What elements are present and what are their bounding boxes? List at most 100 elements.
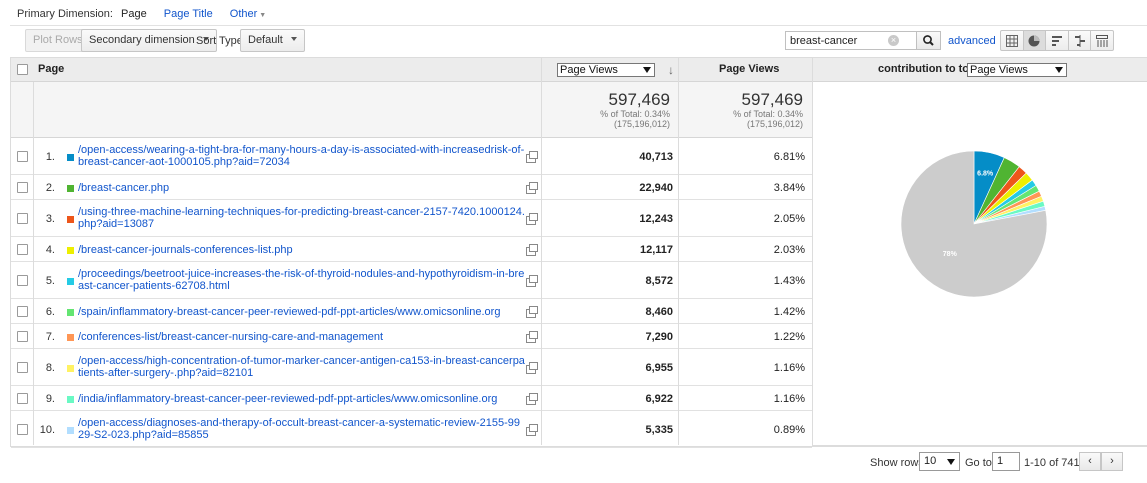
row-color-swatch (67, 278, 74, 285)
column-header-page-views[interactable]: Page Views (719, 58, 779, 82)
row-checkbox[interactable] (17, 151, 28, 162)
metric-select-value: Page Views (560, 64, 618, 76)
column-divider (33, 82, 34, 445)
row-percent: 1.16% (773, 362, 805, 374)
view-pie-button[interactable] (1023, 31, 1047, 50)
advanced-link[interactable]: advanced (948, 35, 996, 47)
primary-dimension-label: Primary Dimension: (17, 8, 113, 20)
view-data-table-button[interactable] (1001, 31, 1024, 50)
page-link[interactable]: /open-access/wearing-a-tight-bra-for-man… (78, 144, 525, 168)
table-row: 4. /breast-cancer-journals-conferences-li… (11, 237, 812, 262)
open-in-new-window-icon[interactable] (526, 393, 538, 405)
row-checkbox[interactable] (17, 182, 28, 193)
contribution-select-value: Page Views (970, 64, 1028, 76)
row-checkbox[interactable] (17, 393, 28, 404)
row-checkbox[interactable] (17, 331, 28, 342)
column-divider (541, 58, 542, 445)
pagination-range: 1-10 of 7417 (1024, 457, 1086, 469)
row-percent: 1.43% (773, 275, 805, 287)
page-link[interactable]: /using-three-machine-learning-techniques… (78, 206, 525, 230)
view-comparison-button[interactable] (1069, 31, 1092, 50)
row-number: 2. (45, 182, 55, 194)
page-link[interactable]: /spain/inflammatory-breast-cancer-peer-r… (78, 306, 525, 318)
open-in-new-window-icon[interactable] (526, 306, 538, 318)
open-in-new-window-icon[interactable] (526, 151, 538, 163)
page-link[interactable]: /open-access/diagnoses-and-therapy-of-oc… (78, 417, 525, 441)
data-table: Page Page Views ↓ Page Views contributio… (10, 57, 1147, 448)
view-switcher (1000, 30, 1114, 51)
row-number: 4. (45, 244, 55, 256)
view-pivot-button[interactable] (1091, 31, 1113, 50)
show-rows-select[interactable]: 10 (919, 452, 960, 471)
view-performance-button[interactable] (1046, 31, 1069, 50)
open-in-new-window-icon[interactable] (526, 331, 538, 343)
row-number: 1. (45, 151, 55, 163)
select-all-checkbox[interactable] (17, 64, 28, 75)
row-checkbox[interactable] (17, 244, 28, 255)
totals-row: 597,469 % of Total: 0.34% (175,196,012) … (11, 82, 812, 138)
goto-label: Go to: (965, 457, 995, 469)
row-color-swatch (67, 396, 74, 403)
performance-bars-icon (1051, 35, 1062, 46)
row-checkbox[interactable] (17, 213, 28, 224)
row-color-swatch (67, 247, 74, 254)
open-in-new-window-icon[interactable] (526, 182, 538, 194)
primary-dimension-page[interactable]: Page (121, 8, 147, 20)
open-in-new-window-icon[interactable] (526, 362, 538, 374)
search-icon (923, 35, 934, 46)
total-base: (175,196,012) (613, 119, 670, 129)
row-page-views: 40,713 (639, 151, 673, 163)
column-header-page[interactable]: Page (38, 58, 64, 82)
page-link[interactable]: /breast-cancer-journals-conferences-list… (78, 244, 525, 256)
row-page-views: 6,955 (645, 362, 673, 374)
open-in-new-window-icon[interactable] (526, 275, 538, 287)
page-link[interactable]: /breast-cancer.php (78, 182, 525, 194)
row-checkbox[interactable] (17, 306, 28, 317)
page-link[interactable]: /india/inflammatory-breast-cancer-peer-r… (78, 393, 525, 405)
previous-page-button[interactable]: ‹ (1079, 452, 1101, 471)
table-row: 10. /open-access/diagnoses-and-therapy-of… (11, 411, 812, 448)
row-page-views: 8,460 (645, 306, 673, 318)
row-percent: 6.81% (773, 151, 805, 163)
open-in-new-window-icon[interactable] (526, 244, 538, 256)
primary-dimension-page-title[interactable]: Page Title (164, 8, 213, 20)
table-row: 3. /using-three-machine-learning-techniqu… (11, 200, 812, 237)
row-page-views: 8,572 (645, 275, 673, 287)
page-link[interactable]: /conferences-list/breast-cancer-nursing-… (78, 331, 525, 343)
search-box: × (785, 31, 918, 50)
search-input[interactable] (786, 32, 901, 49)
page-link[interactable]: /proceedings/beetroot-juice-increases-th… (78, 268, 525, 292)
page-link[interactable]: /open-access/high-concentration-of-tumor… (78, 355, 525, 379)
row-page-views: 12,243 (639, 213, 673, 225)
row-checkbox[interactable] (17, 424, 28, 435)
row-checkbox[interactable] (17, 275, 28, 286)
goto-input[interactable]: 1 (992, 452, 1020, 471)
open-in-new-window-icon[interactable] (526, 424, 538, 436)
row-checkbox[interactable] (17, 362, 28, 373)
primary-dimension-other[interactable]: Other ▼ (230, 8, 266, 20)
row-number: 6. (45, 306, 55, 318)
row-number: 7. (45, 331, 55, 343)
metric-select[interactable]: Page Views (557, 63, 655, 77)
table-row: 9. /india/inflammatory-breast-cancer-peer… (11, 386, 812, 411)
row-number: 3. (45, 213, 55, 225)
row-color-swatch (67, 185, 74, 192)
row-number: 5. (45, 275, 55, 287)
sort-descending-icon[interactable]: ↓ (668, 63, 674, 77)
pie-slice-label: 78% (943, 251, 958, 258)
row-number: 10. (39, 424, 55, 436)
contribution-select[interactable]: Page Views (967, 63, 1067, 77)
clear-icon[interactable]: × (888, 35, 899, 46)
row-percent: 1.22% (773, 331, 805, 343)
table-row: 7. /conferences-list/breast-cancer-nursin… (11, 324, 812, 349)
sort-type-dropdown[interactable]: Default (240, 29, 305, 52)
pie-slice-label: 6.8% (977, 171, 994, 178)
next-page-button[interactable]: › (1101, 452, 1123, 471)
row-percent: 1.42% (773, 306, 805, 318)
pie-chart: 6.8% 78% (900, 150, 1048, 298)
open-in-new-window-icon[interactable] (526, 213, 538, 225)
table-header: Page Page Views ↓ Page Views contributio… (11, 58, 1147, 82)
data-table-icon (1005, 34, 1018, 47)
table-bottom-divider (10, 446, 1147, 447)
search-button[interactable] (916, 31, 941, 50)
